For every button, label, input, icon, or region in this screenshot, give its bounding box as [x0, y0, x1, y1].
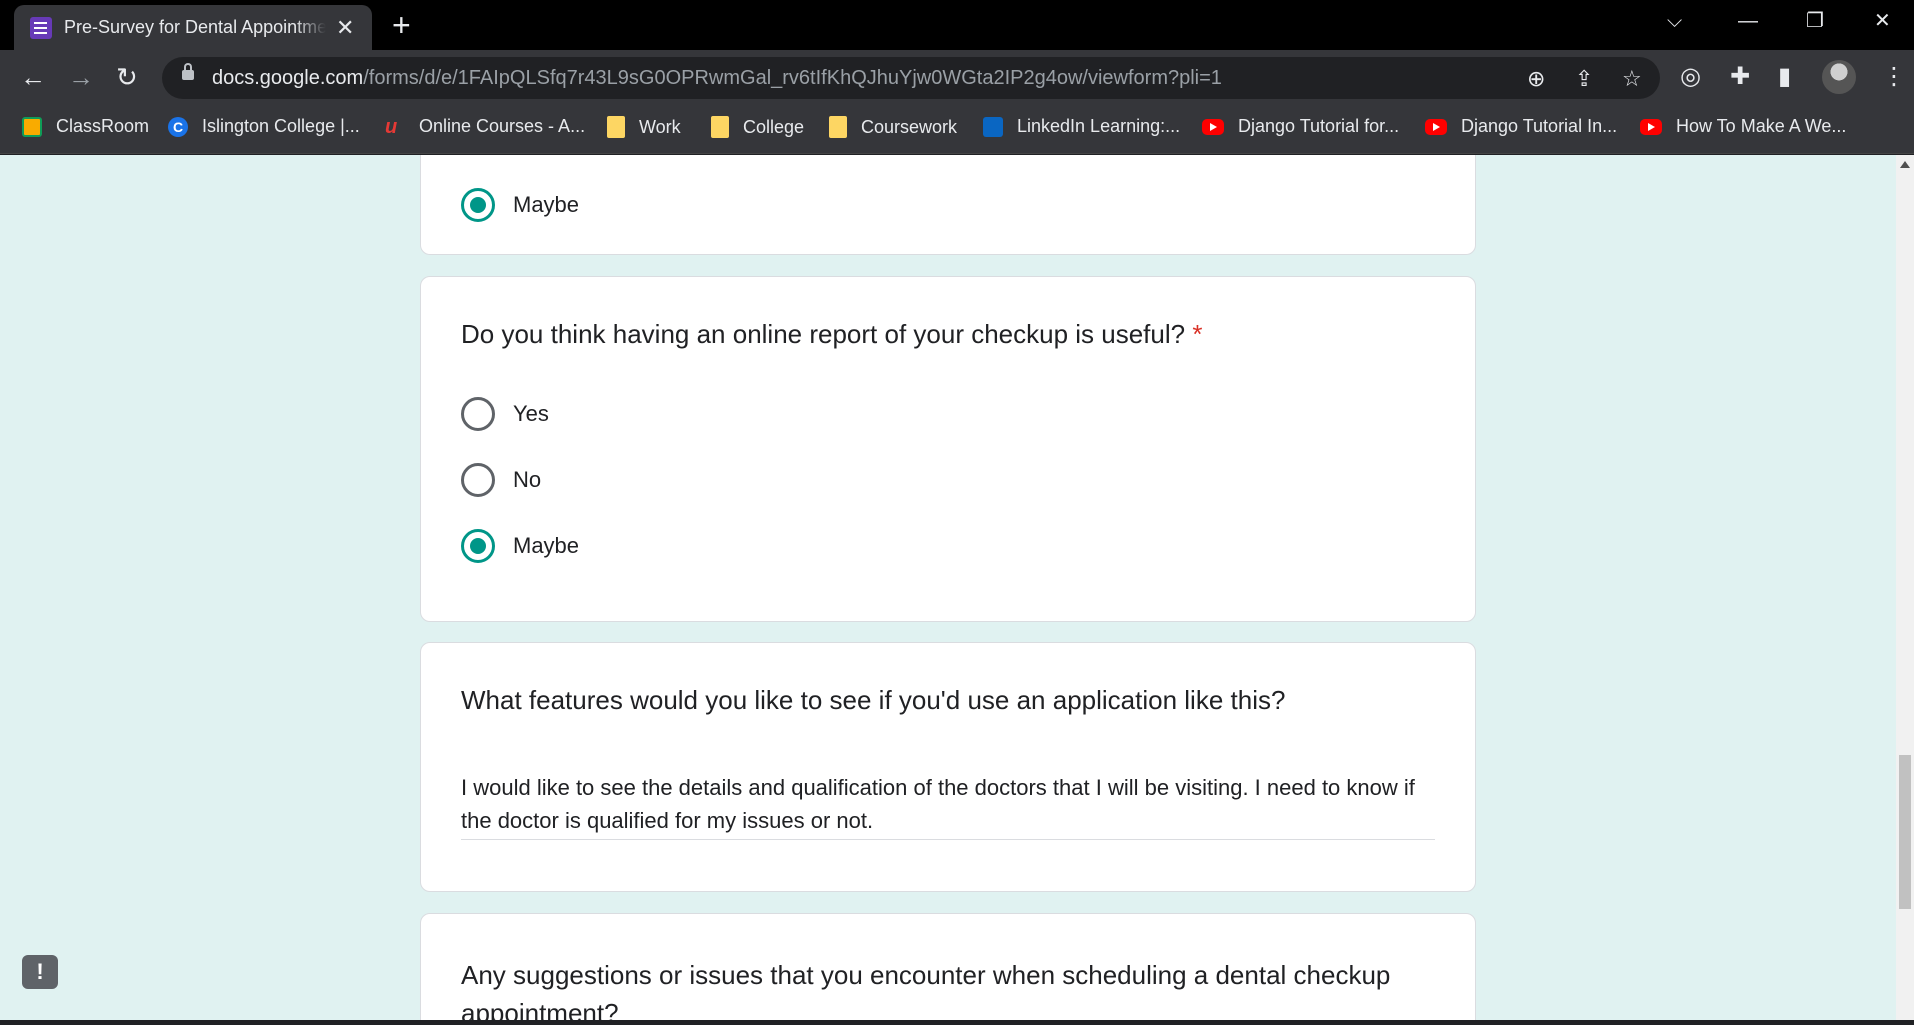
- extension-icon[interactable]: ◎: [1680, 62, 1701, 91]
- zoom-icon[interactable]: ⊕: [1527, 66, 1545, 92]
- address-bar[interactable]: docs.google.com/forms/d/e/1FAIpQLSfq7r43…: [162, 57, 1660, 99]
- bookmark-star-icon[interactable]: ☆: [1622, 66, 1642, 92]
- youtube-icon: [1640, 118, 1662, 135]
- lock-icon: [182, 63, 194, 80]
- tab-search-icon[interactable]: ⌵: [1667, 8, 1682, 34]
- radio-button[interactable]: [461, 188, 495, 222]
- youtube-icon: [1425, 118, 1447, 135]
- side-panel-icon[interactable]: ▮: [1778, 62, 1791, 91]
- scroll-up-icon[interactable]: [1900, 161, 1910, 168]
- radio-button[interactable]: [461, 397, 495, 431]
- bottom-edge: [0, 1020, 1914, 1025]
- radio-option-yes[interactable]: Yes: [461, 397, 549, 431]
- radio-option-maybe[interactable]: Maybe: [461, 188, 579, 222]
- bookmark-linkedin-learning[interactable]: LinkedIn Learning:...: [983, 116, 1180, 137]
- question-title: Any suggestions or issues that you encou…: [461, 960, 1391, 1020]
- linkedin-learning-icon: [983, 116, 1003, 137]
- reload-icon[interactable]: ↻: [116, 62, 138, 92]
- folder-icon: [607, 116, 625, 138]
- bookmark-college[interactable]: College: [711, 116, 804, 138]
- youtube-icon: [1202, 118, 1224, 135]
- answer-textarea[interactable]: I would like to see the details and qual…: [461, 771, 1435, 840]
- tab-strip: Pre-Survey for Dental Appointme ✕ + ⌵ — …: [0, 0, 1914, 50]
- google-forms-icon: [30, 16, 52, 39]
- folder-icon: [711, 116, 729, 138]
- close-tab-icon[interactable]: ✕: [336, 16, 354, 39]
- browser-toolbar: ← → ↻ docs.google.com/forms/d/e/1FAIpQLS…: [0, 50, 1914, 106]
- forward-icon[interactable]: →: [68, 62, 94, 92]
- restore-button[interactable]: ❐: [1806, 8, 1824, 34]
- bookmark-django-2[interactable]: Django Tutorial In...: [1425, 116, 1617, 137]
- radio-button[interactable]: [461, 463, 495, 497]
- radio-option-maybe[interactable]: Maybe: [461, 529, 579, 563]
- question-card-features: What features would you like to see if y…: [420, 642, 1476, 892]
- bookmark-django-1[interactable]: Django Tutorial for...: [1202, 116, 1399, 137]
- bookmark-islington[interactable]: C Islington College |...: [168, 116, 360, 137]
- scrollbar[interactable]: [1896, 155, 1914, 1020]
- extensions-puzzle-icon[interactable]: ✚: [1730, 62, 1750, 91]
- c-icon: C: [168, 116, 188, 137]
- bookmark-work[interactable]: Work: [607, 116, 681, 138]
- question-card: Maybe: [420, 155, 1476, 255]
- bookmarks-bar: ClassRoom C Islington College |... u Onlin…: [0, 106, 1914, 154]
- radio-button[interactable]: [461, 529, 495, 563]
- folder-icon: [829, 116, 847, 138]
- avatar[interactable]: [1822, 60, 1856, 94]
- form-page: Maybe Do you think having an online repo…: [0, 155, 1914, 1020]
- bookmark-coursework[interactable]: Coursework: [829, 116, 957, 138]
- bookmark-how-to[interactable]: How To Make A We...: [1640, 116, 1846, 137]
- url-text[interactable]: docs.google.com/forms/d/e/1FAIpQLSfq7r43…: [212, 67, 1222, 90]
- bookmark-online-courses[interactable]: u Online Courses - A...: [385, 116, 585, 137]
- share-icon[interactable]: ⇪: [1575, 66, 1593, 92]
- menu-icon[interactable]: ⋮: [1882, 62, 1906, 91]
- scrollbar-thumb[interactable]: [1899, 755, 1911, 909]
- browser-tab[interactable]: Pre-Survey for Dental Appointme ✕: [14, 5, 372, 50]
- report-feedback-button[interactable]: !: [22, 955, 58, 989]
- question-title: What features would you like to see if y…: [461, 685, 1286, 715]
- radio-option-no[interactable]: No: [461, 463, 541, 497]
- tab-title: Pre-Survey for Dental Appointme: [64, 17, 326, 37]
- classroom-icon: [22, 116, 42, 137]
- udemy-icon: u: [385, 115, 398, 138]
- question-card-online-report: Do you think having an online report of …: [420, 276, 1476, 622]
- back-icon[interactable]: ←: [20, 62, 46, 92]
- question-title: Do you think having an online report of …: [461, 319, 1203, 349]
- required-mark: *: [1192, 319, 1203, 349]
- new-tab-button[interactable]: +: [392, 8, 411, 42]
- minimize-button[interactable]: —: [1738, 8, 1758, 34]
- bookmark-classroom[interactable]: ClassRoom: [22, 116, 149, 137]
- close-window-button[interactable]: ✕: [1874, 8, 1891, 34]
- question-card-suggestions: Any suggestions or issues that you encou…: [420, 913, 1476, 1020]
